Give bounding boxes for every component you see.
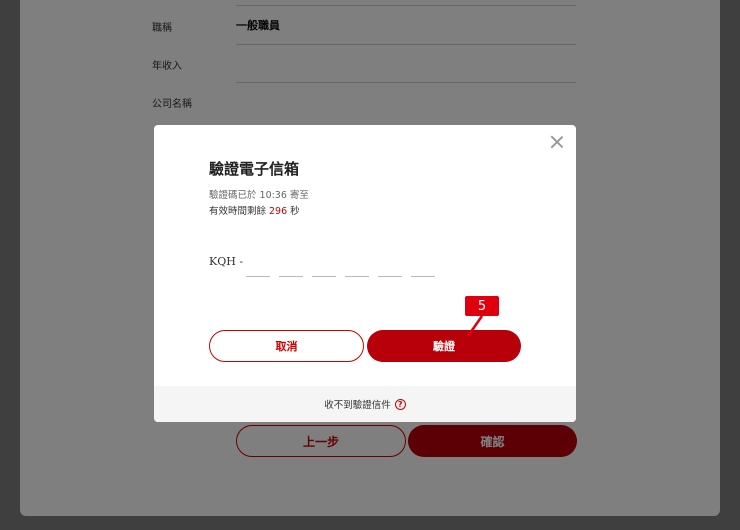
modal-title: 驗證電子信箱 [209, 160, 300, 178]
validity-prefix: 有效時間剩餘 [209, 206, 267, 217]
code-digit-input[interactable] [246, 265, 270, 277]
validity-notice: 有效時間剩餘 296 秒 [209, 203, 300, 217]
step-badge: 5 [465, 296, 499, 316]
verify-email-modal: 驗證電子信箱 驗證碼已於 10:36 寄至 有效時間剩餘 296 秒 KQH - 取… [154, 125, 576, 422]
cancel-button[interactable]: 取消 [209, 330, 364, 362]
verify-button[interactable]: 驗證 [367, 330, 521, 362]
validity-suffix: 秒 [290, 206, 300, 217]
code-digit-input[interactable] [279, 265, 303, 277]
sent-notice: 驗證碼已於 10:36 寄至 [209, 190, 309, 201]
resend-help-text: 收不到驗證信件 [324, 400, 391, 411]
code-digit-input[interactable] [312, 265, 336, 277]
code-digit-input[interactable] [411, 265, 435, 277]
close-icon[interactable] [550, 135, 564, 149]
code-prefix: KQH - [209, 255, 244, 268]
pointer-arrow-icon [466, 315, 484, 337]
code-digit-input[interactable] [378, 265, 402, 277]
countdown-seconds: 296 [269, 206, 288, 217]
resend-help-link[interactable]: 收不到驗證信件 ? [154, 386, 576, 422]
code-digit-input[interactable] [345, 265, 369, 277]
help-icon[interactable]: ? [394, 398, 406, 410]
